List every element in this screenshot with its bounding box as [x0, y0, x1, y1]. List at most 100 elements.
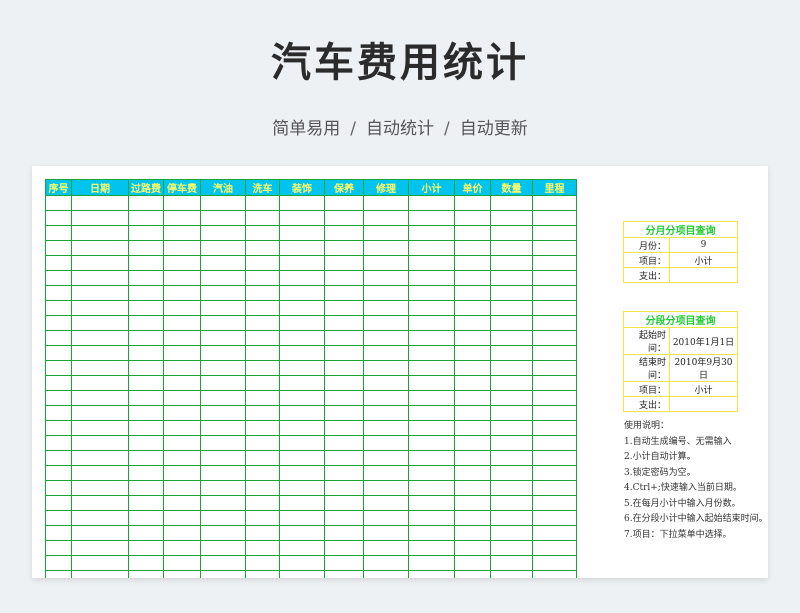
table-cell[interactable] [245, 270, 280, 286]
table-cell[interactable] [163, 345, 201, 361]
table-cell[interactable] [163, 510, 201, 526]
table-cell[interactable] [163, 360, 201, 376]
table-cell[interactable] [163, 315, 201, 331]
table-cell[interactable] [408, 570, 455, 578]
table-cell[interactable] [245, 255, 280, 271]
table-cell[interactable] [200, 465, 246, 481]
table-cell[interactable] [490, 525, 533, 541]
table-cell[interactable] [163, 495, 201, 511]
table-cell[interactable] [279, 270, 325, 286]
table-cell[interactable] [363, 555, 409, 571]
table-cell[interactable] [324, 465, 364, 481]
table-cell[interactable] [245, 525, 280, 541]
table-cell[interactable] [128, 330, 164, 346]
table-cell[interactable] [532, 240, 577, 256]
table-cell[interactable] [128, 480, 164, 496]
table-cell[interactable] [245, 315, 280, 331]
table-cell[interactable] [128, 435, 164, 451]
table-cell[interactable] [279, 225, 325, 241]
table-cell[interactable] [363, 450, 409, 466]
table-cell[interactable] [200, 330, 246, 346]
table-cell[interactable] [245, 510, 280, 526]
table-cell[interactable] [71, 360, 129, 376]
col-header-repair[interactable]: 修理 [363, 179, 409, 196]
table-cell[interactable] [163, 240, 201, 256]
table-cell[interactable] [45, 240, 72, 256]
table-cell[interactable] [408, 375, 455, 391]
monthly-item-value[interactable]: 小计 [669, 252, 738, 268]
table-cell[interactable] [324, 360, 364, 376]
table-cell[interactable] [45, 480, 72, 496]
table-cell[interactable] [71, 300, 129, 316]
table-cell[interactable] [128, 210, 164, 226]
table-cell[interactable] [324, 450, 364, 466]
table-cell[interactable] [163, 465, 201, 481]
table-cell[interactable] [128, 315, 164, 331]
table-cell[interactable] [408, 285, 455, 301]
table-cell[interactable] [324, 345, 364, 361]
table-cell[interactable] [279, 330, 325, 346]
table-cell[interactable] [532, 210, 577, 226]
table-cell[interactable] [408, 405, 455, 421]
table-cell[interactable] [200, 270, 246, 286]
table-cell[interactable] [279, 300, 325, 316]
table-cell[interactable] [490, 195, 533, 211]
table-cell[interactable] [245, 495, 280, 511]
table-cell[interactable] [454, 480, 491, 496]
table-cell[interactable] [163, 540, 201, 556]
table-cell[interactable] [408, 255, 455, 271]
table-cell[interactable] [163, 375, 201, 391]
table-cell[interactable] [490, 495, 533, 511]
table-cell[interactable] [324, 390, 364, 406]
table-cell[interactable] [324, 510, 364, 526]
table-cell[interactable] [532, 255, 577, 271]
table-cell[interactable] [279, 465, 325, 481]
table-cell[interactable] [71, 285, 129, 301]
table-cell[interactable] [279, 240, 325, 256]
table-cell[interactable] [532, 390, 577, 406]
table-cell[interactable] [200, 510, 246, 526]
table-cell[interactable] [71, 540, 129, 556]
table-cell[interactable] [245, 405, 280, 421]
table-cell[interactable] [71, 330, 129, 346]
table-cell[interactable] [408, 315, 455, 331]
table-cell[interactable] [454, 390, 491, 406]
table-cell[interactable] [454, 210, 491, 226]
table-cell[interactable] [128, 195, 164, 211]
col-header-fuel[interactable]: 汽油 [200, 179, 246, 196]
table-cell[interactable] [45, 390, 72, 406]
table-cell[interactable] [532, 285, 577, 301]
table-cell[interactable] [363, 345, 409, 361]
table-cell[interactable] [363, 540, 409, 556]
table-cell[interactable] [454, 270, 491, 286]
table-cell[interactable] [363, 270, 409, 286]
table-cell[interactable] [454, 555, 491, 571]
table-cell[interactable] [163, 195, 201, 211]
table-cell[interactable] [408, 465, 455, 481]
table-cell[interactable] [71, 240, 129, 256]
table-cell[interactable] [490, 555, 533, 571]
table-cell[interactable] [163, 525, 201, 541]
table-cell[interactable] [245, 465, 280, 481]
table-cell[interactable] [200, 315, 246, 331]
table-cell[interactable] [45, 570, 72, 578]
table-cell[interactable] [363, 405, 409, 421]
table-cell[interactable] [163, 435, 201, 451]
table-cell[interactable] [279, 210, 325, 226]
table-cell[interactable] [532, 435, 577, 451]
table-cell[interactable] [324, 225, 364, 241]
table-cell[interactable] [163, 420, 201, 436]
table-cell[interactable] [363, 300, 409, 316]
table-cell[interactable] [408, 270, 455, 286]
table-cell[interactable] [324, 240, 364, 256]
period-item-value[interactable]: 小计 [669, 381, 738, 397]
table-cell[interactable] [408, 225, 455, 241]
table-cell[interactable] [408, 240, 455, 256]
table-cell[interactable] [163, 390, 201, 406]
table-cell[interactable] [324, 480, 364, 496]
table-cell[interactable] [71, 510, 129, 526]
table-cell[interactable] [45, 435, 72, 451]
table-cell[interactable] [45, 495, 72, 511]
table-cell[interactable] [324, 285, 364, 301]
table-cell[interactable] [490, 465, 533, 481]
